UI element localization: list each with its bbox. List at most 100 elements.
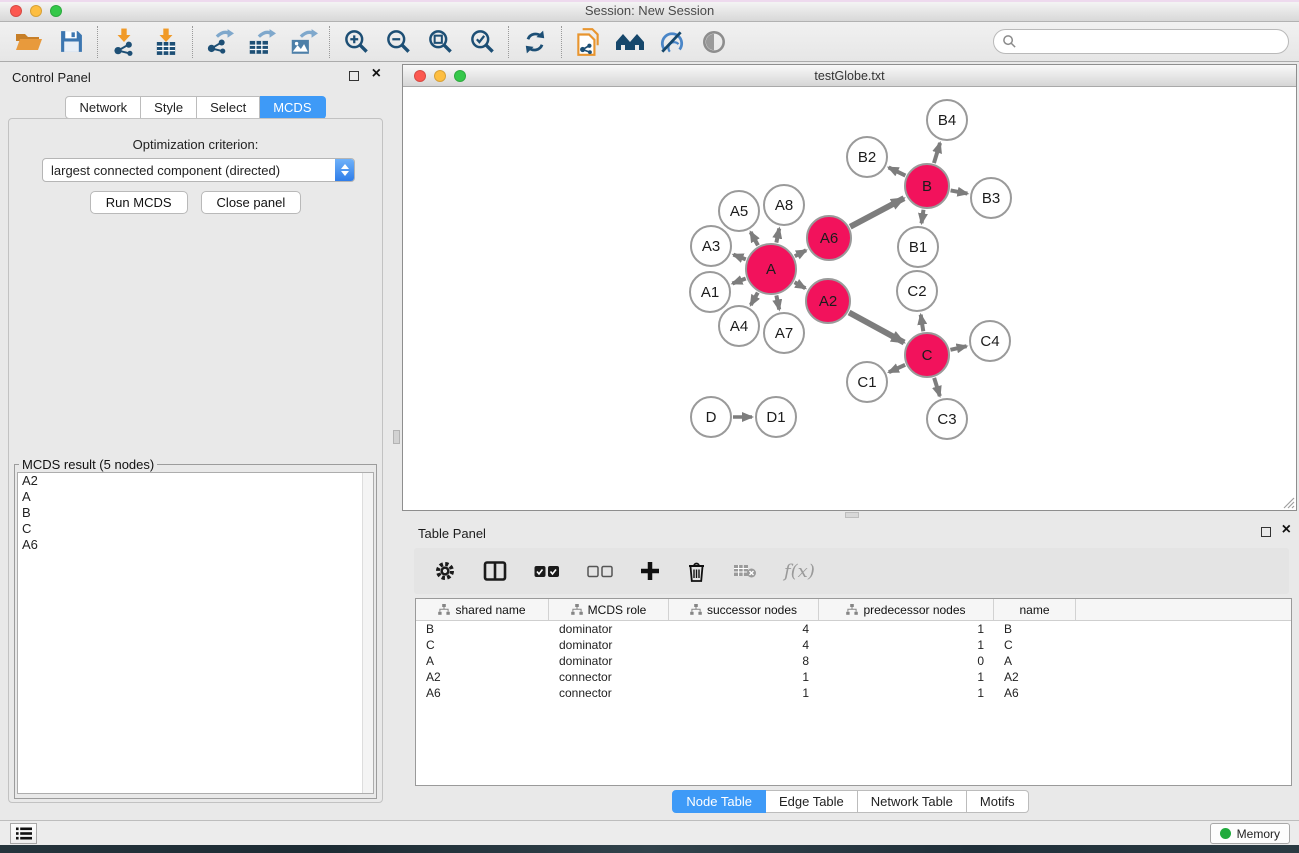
network-from-selection-button[interactable] [567, 25, 609, 59]
apply-function-button[interactable]: f(x) [784, 561, 815, 582]
hide-gene-view-button[interactable] [651, 25, 693, 59]
tab-mcds[interactable]: MCDS [260, 96, 325, 119]
tab-edge-table[interactable]: Edge Table [766, 790, 858, 813]
node-D[interactable]: D [691, 397, 731, 437]
delete-table-button[interactable] [733, 563, 757, 579]
float-panel-button[interactable] [349, 71, 359, 83]
node-B3[interactable]: B3 [971, 178, 1011, 218]
edge-A-A4[interactable] [751, 293, 758, 306]
export-table-button[interactable] [240, 25, 282, 59]
cell-mcds-role[interactable]: dominator [549, 622, 669, 636]
tab-network-table[interactable]: Network Table [858, 790, 967, 813]
edge-A2-C[interactable] [849, 312, 904, 342]
node-C1[interactable]: C1 [847, 362, 887, 402]
cell-name[interactable]: A6 [994, 686, 1076, 700]
cell-shared-name[interactable]: A6 [416, 686, 549, 700]
edge-A-A1[interactable] [732, 279, 745, 284]
node-C[interactable]: C [905, 333, 949, 377]
select-all-button[interactable] [534, 565, 560, 578]
node-A[interactable]: A [746, 244, 796, 294]
node-C4[interactable]: C4 [970, 321, 1010, 361]
cell-name[interactable]: C [994, 638, 1076, 652]
edge-C-C1[interactable] [889, 365, 905, 372]
edge-A6-B[interactable] [850, 198, 904, 227]
column-layout-button[interactable] [483, 561, 507, 581]
table-row[interactable]: A6connector11A6 [416, 685, 1291, 701]
cell-mcds-role[interactable]: dominator [549, 638, 669, 652]
resize-grip-icon[interactable] [1282, 496, 1295, 509]
node-A3[interactable]: A3 [691, 226, 731, 266]
export-image-button[interactable] [282, 25, 324, 59]
close-panel-button[interactable]: × [372, 68, 381, 80]
cell-mcds-role[interactable]: connector [549, 670, 669, 684]
deselect-all-button[interactable] [587, 565, 613, 578]
node-C3[interactable]: C3 [927, 399, 967, 439]
zoom-in-button[interactable] [335, 25, 377, 59]
node-B1[interactable]: B1 [898, 227, 938, 267]
close-panel-button-mcds[interactable]: Close panel [201, 191, 302, 214]
table-settings-button[interactable] [434, 560, 456, 582]
open-session-button[interactable] [8, 25, 50, 59]
node-B2[interactable]: B2 [847, 137, 887, 177]
task-history-button[interactable] [10, 823, 37, 844]
node-B4[interactable]: B4 [927, 100, 967, 140]
network-window-titlebar[interactable]: testGlobe.txt [403, 65, 1296, 87]
search-box[interactable] [993, 29, 1289, 54]
cell-shared-name[interactable]: A [416, 654, 549, 668]
edge-B-B3[interactable] [951, 190, 968, 193]
column-header-mcds-role[interactable]: MCDS role [549, 599, 669, 620]
tab-network[interactable]: Network [65, 96, 141, 119]
import-table-button[interactable] [145, 25, 187, 59]
mcds-result-list[interactable]: A2ABCA6 [17, 472, 374, 794]
mcds-result-item[interactable]: A6 [18, 537, 373, 553]
cell-predecessor-nodes[interactable]: 1 [819, 670, 994, 684]
cell-name[interactable]: B [994, 622, 1076, 636]
cell-predecessor-nodes[interactable]: 0 [819, 654, 994, 668]
column-header-successor-nodes[interactable]: successor nodes [669, 599, 819, 620]
node-A7[interactable]: A7 [764, 313, 804, 353]
cell-successor-nodes[interactable]: 4 [669, 622, 819, 636]
cell-predecessor-nodes[interactable]: 1 [819, 686, 994, 700]
delete-row-button[interactable] [687, 561, 706, 582]
import-network-button[interactable] [103, 25, 145, 59]
close-table-panel-button[interactable]: × [1282, 524, 1291, 536]
edge-B-B1[interactable] [922, 210, 924, 224]
tab-motifs[interactable]: Motifs [967, 790, 1029, 813]
tab-node-table[interactable]: Node Table [672, 790, 766, 813]
cell-name[interactable]: A [994, 654, 1076, 668]
show-eye-button[interactable] [693, 25, 735, 59]
cell-successor-nodes[interactable]: 1 [669, 686, 819, 700]
mcds-result-item[interactable]: C [18, 521, 373, 537]
edge-C-C2[interactable] [921, 315, 924, 332]
cell-shared-name[interactable]: A2 [416, 670, 549, 684]
cell-shared-name[interactable]: C [416, 638, 549, 652]
node-table[interactable]: shared nameMCDS rolesuccessor nodesprede… [415, 598, 1292, 786]
node-A2[interactable]: A2 [806, 279, 850, 323]
node-D1[interactable]: D1 [756, 397, 796, 437]
edge-B-B4[interactable] [934, 143, 940, 163]
column-header-shared-name[interactable]: shared name [416, 599, 549, 620]
mcds-result-item[interactable]: A2 [18, 473, 373, 489]
edge-B-B2[interactable] [889, 167, 906, 175]
edge-A-A7[interactable] [776, 295, 779, 309]
home-button[interactable] [609, 25, 651, 59]
cell-mcds-role[interactable]: dominator [549, 654, 669, 668]
table-row[interactable]: Bdominator41B [416, 621, 1291, 637]
edge-C-C3[interactable] [934, 378, 940, 396]
memory-button[interactable]: Memory [1210, 823, 1290, 844]
tab-select[interactable]: Select [197, 96, 260, 119]
node-B[interactable]: B [905, 164, 949, 208]
add-row-button[interactable] [640, 561, 660, 581]
cell-successor-nodes[interactable]: 4 [669, 638, 819, 652]
export-network-button[interactable] [198, 25, 240, 59]
table-row[interactable]: Adominator80A [416, 653, 1291, 669]
float-table-panel-button[interactable] [1261, 527, 1271, 539]
node-A6[interactable]: A6 [807, 216, 851, 260]
edge-A-A3[interactable] [733, 255, 745, 260]
save-session-button[interactable] [50, 25, 92, 59]
table-row[interactable]: A2connector11A2 [416, 669, 1291, 685]
refresh-button[interactable] [514, 25, 556, 59]
zoom-fit-button[interactable] [419, 25, 461, 59]
scrollbar[interactable] [362, 473, 373, 793]
edge-A-A5[interactable] [751, 232, 758, 245]
